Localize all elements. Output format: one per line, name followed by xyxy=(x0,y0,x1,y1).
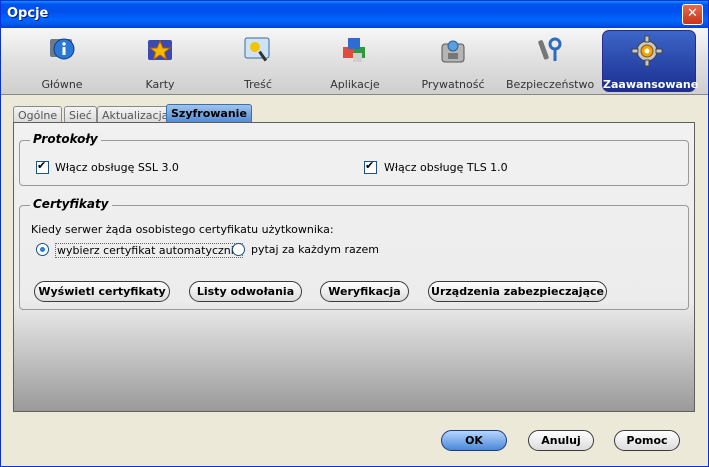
radio-ask-label[interactable]: pytaj za każdym razem xyxy=(251,243,379,256)
close-icon: ✕ xyxy=(687,6,698,21)
certificates-group: Certyfikaty Kiedy serwer żąda osobistego… xyxy=(19,197,689,310)
toolbar-item-prywatnosc[interactable]: Prywatność xyxy=(409,30,497,92)
certificate-prompt: Kiedy serwer żąda osobistego certyfikatu… xyxy=(31,223,334,236)
toolbar-item-bezpieczenstwo[interactable]: Bezpieczeństwo xyxy=(506,30,594,92)
content-icon xyxy=(244,37,270,62)
gear-icon xyxy=(631,35,663,67)
tab-szyfrowanie[interactable]: Szyfrowanie xyxy=(166,104,252,124)
protocols-group: Protokoły Włącz obsługę SSL 3.0 Włącz ob… xyxy=(19,132,689,186)
toolbar-label: Główne xyxy=(41,78,83,91)
view-certificates-button[interactable]: Wyświetl certyfikaty xyxy=(34,281,170,302)
ok-button[interactable]: OK xyxy=(441,430,507,451)
category-toolbar: Główne Karty Treść Aplikacje Prywatność … xyxy=(1,28,708,95)
cancel-button[interactable]: Anuluj xyxy=(528,430,594,451)
security-devices-button[interactable]: Urządzenia zabezpieczające xyxy=(428,281,607,302)
toolbar-item-tresc[interactable]: Treść xyxy=(214,30,302,92)
verification-button[interactable]: Weryfikacja xyxy=(320,281,409,302)
radio-auto-label[interactable]: wybierz certyfikat automatycznie xyxy=(55,243,243,258)
radio-auto[interactable] xyxy=(36,243,49,256)
close-button[interactable]: ✕ xyxy=(682,4,703,25)
title-bar[interactable]: Opcje ✕ xyxy=(1,1,708,28)
toolbar-item-zaawansowane[interactable]: Zaawansowane xyxy=(602,30,699,92)
toolbar-item-glowne[interactable]: Główne xyxy=(18,30,106,92)
toolbar-label: Karty xyxy=(145,78,175,91)
security-icon xyxy=(538,37,562,61)
radio-ask[interactable] xyxy=(232,243,245,256)
help-button[interactable]: Pomoc xyxy=(614,430,680,451)
toolbar-item-aplikacje[interactable]: Aplikacje xyxy=(311,30,399,92)
revocation-lists-button[interactable]: Listy odwołania xyxy=(189,281,302,302)
ssl-label: Włącz obsługę SSL 3.0 xyxy=(55,161,179,174)
tls-checkbox[interactable] xyxy=(364,159,377,174)
toolbar-label: Bezpieczeństwo xyxy=(506,78,595,91)
window-title: Opcje xyxy=(7,6,49,21)
toolbar-label: Aplikacje xyxy=(330,78,380,91)
encryption-panel: Protokoły Włącz obsługę SSL 3.0 Włącz ob… xyxy=(13,122,695,412)
ssl-checkbox[interactable] xyxy=(36,159,49,174)
tls-label: Włącz obsługę TLS 1.0 xyxy=(384,161,508,174)
privacy-icon xyxy=(441,40,465,63)
info-icon xyxy=(50,38,75,60)
options-window: Opcje ✕ Główne Karty Treść Aplikacje Pry… xyxy=(0,0,709,467)
protocols-legend: Protokoły xyxy=(30,132,101,146)
toolbar-label: Treść xyxy=(244,78,272,91)
toolbar-label: Prywatność xyxy=(421,78,485,91)
applications-icon xyxy=(343,38,365,62)
certificates-legend: Certyfikaty xyxy=(30,197,112,211)
toolbar-item-karty[interactable]: Karty xyxy=(116,30,204,92)
tabs-star-icon xyxy=(148,39,172,61)
toolbar-label: Zaawansowane xyxy=(603,78,699,91)
